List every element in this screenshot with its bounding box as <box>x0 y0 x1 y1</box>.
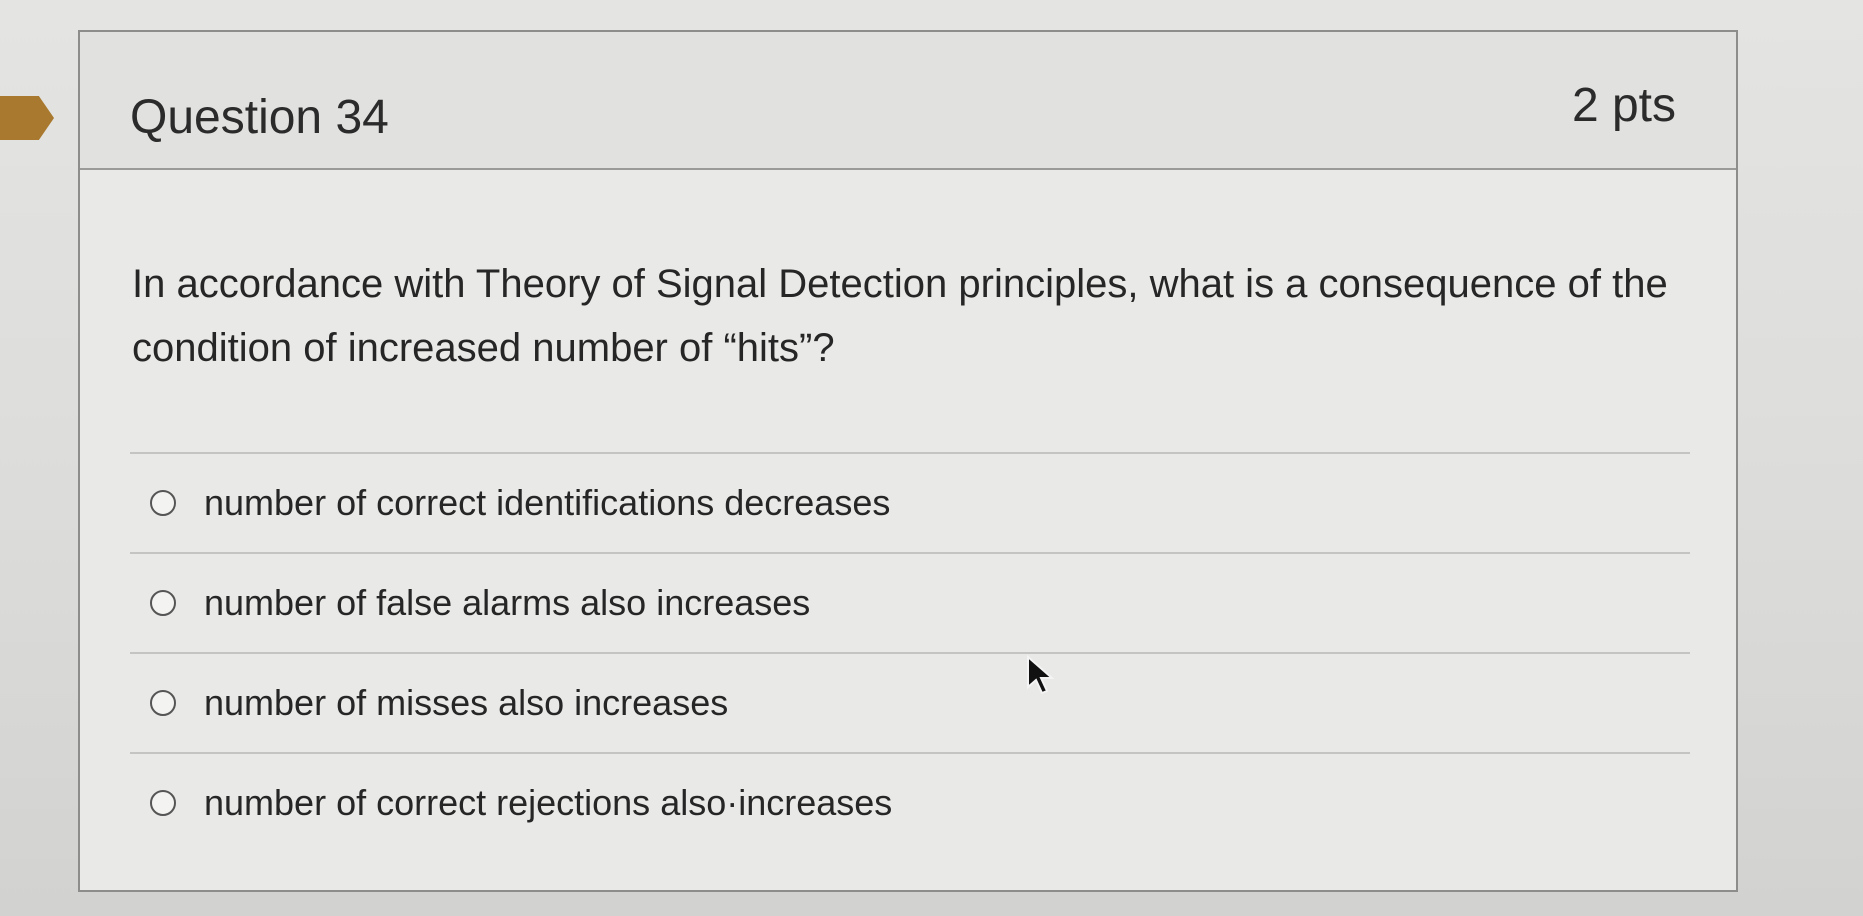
question-points: 2 pts <box>1571 79 1676 132</box>
answer-option-3[interactable]: number of misses also increases <box>130 654 1690 754</box>
radio-button-icon[interactable] <box>150 590 176 616</box>
radio-button-icon[interactable] <box>150 790 176 816</box>
answer-label[interactable]: number of correct identifications decrea… <box>204 482 890 524</box>
radio-button-icon[interactable] <box>150 490 176 516</box>
flag-marker-icon <box>0 96 54 140</box>
answer-label[interactable]: number of false alarms also increases <box>204 582 810 624</box>
question-card: Question 34 2 pts In accordance with The… <box>78 30 1738 892</box>
answer-option-1[interactable]: number of correct identifications decrea… <box>130 454 1690 554</box>
question-title: Question 34 <box>130 91 389 144</box>
answer-option-2[interactable]: number of false alarms also increases <box>130 554 1690 654</box>
question-body: In accordance with Theory of Signal Dete… <box>132 252 1692 380</box>
question-text: In accordance with Theory of Signal Dete… <box>132 262 1668 370</box>
answer-option-4[interactable]: number of correct rejections also·increa… <box>130 754 1690 852</box>
answer-label[interactable]: number of misses also increases <box>204 682 728 724</box>
mouse-pointer-icon <box>1027 655 1055 695</box>
answer-label[interactable]: number of correct rejections also·increa… <box>204 782 892 824</box>
radio-button-icon[interactable] <box>150 690 176 716</box>
answer-list: number of correct identifications decrea… <box>130 452 1690 852</box>
question-header: Question 34 2 pts <box>80 32 1736 170</box>
